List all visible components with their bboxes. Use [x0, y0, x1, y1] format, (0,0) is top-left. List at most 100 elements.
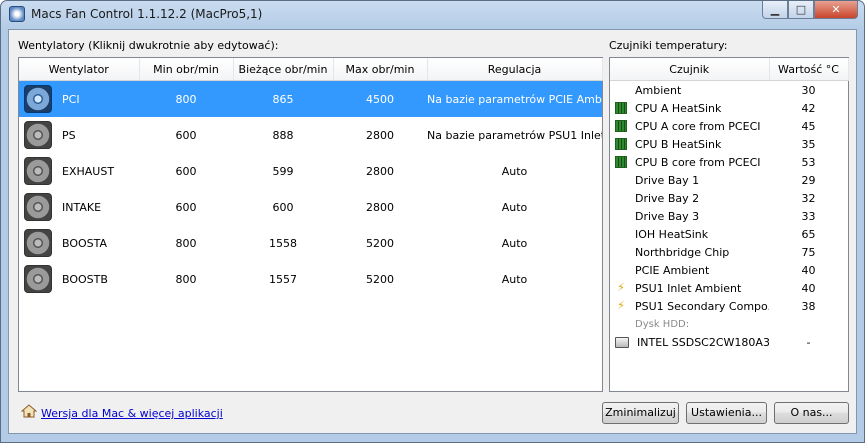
fan-row[interactable]: PS 600 888 2800 Na bazie parametrów PSU1 Inl…	[19, 117, 602, 153]
sensor-row[interactable]: Ambient 30	[610, 81, 848, 100]
fan-name-cell: PCI	[19, 80, 139, 117]
sensor-row[interactable]: CPU B core from PCECI 53	[610, 153, 848, 171]
sensor-name: PSU1 Secondary Compo...	[635, 299, 769, 313]
fan-name-cell: BOOSTA	[19, 225, 139, 261]
sensor-name-cell: Dysk HDD:	[610, 315, 769, 333]
fan-current-cell: 599	[272, 164, 294, 178]
close-icon: ✕	[831, 3, 841, 16]
fan-min-cell: 600	[175, 164, 197, 178]
sensor-value-cell: 45	[801, 119, 816, 133]
sensor-name-cell: CPU A core from PCECI	[610, 117, 769, 135]
sensor-row[interactable]: ⚡ PSU1 Inlet Ambient 40	[610, 279, 848, 297]
fan-control-cell: Auto	[501, 200, 528, 214]
fans-column-header[interactable]: Max obr/min	[333, 58, 428, 81]
sensor-name-cell: IOH HeatSink	[610, 225, 769, 243]
sensor-value-cell: -	[806, 335, 811, 349]
chip-icon	[615, 156, 627, 168]
home-icon	[21, 404, 37, 418]
fan-control-cell: Auto	[501, 164, 528, 178]
fan-icon	[24, 229, 52, 257]
sensor-row[interactable]: IOH HeatSink 65	[610, 225, 848, 243]
fans-column-header[interactable]: Min obr/min	[139, 58, 234, 81]
fans-table-panel: Wentylator Min obr/min Bieżące obr/min Max …	[18, 57, 603, 392]
sensor-name-cell: INTEL SSDSC2CW180A3	[610, 333, 769, 351]
fan-name-cell: INTAKE	[19, 189, 139, 225]
sensor-value-cell: 35	[801, 137, 816, 151]
minimize-icon: ▁	[770, 3, 780, 16]
fan-name: BOOSTA	[62, 236, 108, 250]
sensor-row[interactable]: Drive Bay 2 32	[610, 189, 848, 207]
mac-version-link[interactable]: Wersja dla Mac & więcej aplikacji	[41, 407, 223, 420]
maximize-window-button[interactable]: □	[788, 1, 814, 19]
sensor-value-cell: 42	[801, 101, 816, 115]
sensor-row[interactable]: Northbridge Chip 75	[610, 243, 848, 261]
client-area: Wentylatory (Kliknij dwukrotnie aby edyt…	[8, 29, 857, 434]
fan-name: INTAKE	[62, 200, 102, 214]
maximize-icon: □	[795, 3, 807, 16]
fan-max-cell: 4500	[333, 80, 427, 117]
sensor-row[interactable]: PCIE Ambient 40	[610, 261, 848, 279]
sensor-name: CPU A core from PCECI	[635, 119, 761, 133]
sensor-value-cell: 40	[801, 281, 816, 295]
sensor-row[interactable]: CPU B HeatSink 35	[610, 135, 848, 153]
sensor-name: Dysk HDD:	[635, 318, 690, 330]
settings-button[interactable]: Ustawienia...	[686, 402, 767, 424]
fan-control-cell: Auto	[501, 272, 528, 286]
fans-column-header[interactable]: Bieżące obr/min	[233, 58, 334, 81]
fan-row[interactable]: EXHAUST 600 599 2800 Auto	[19, 153, 602, 189]
sensor-name-cell: Ambient	[610, 81, 769, 100]
window-title: Macs Fan Control 1.1.12.2 (MacPro5,1)	[31, 7, 263, 21]
sensor-value-cell: 30	[801, 83, 816, 97]
sensor-name-cell: ⚡ PSU1 Secondary Compo...	[610, 297, 769, 315]
about-button[interactable]: O nas...	[774, 402, 849, 424]
sensor-name-cell: CPU B HeatSink	[610, 135, 769, 153]
sensor-value-cell: 32	[801, 191, 816, 205]
sensor-value-cell: 33	[801, 209, 816, 223]
sensor-name: CPU A HeatSink	[635, 101, 722, 115]
sensor-name-cell: Drive Bay 3	[610, 207, 769, 225]
fan-row[interactable]: BOOSTA 800 1558 5200 Auto	[19, 225, 602, 261]
fan-row[interactable]: PCI 800 865 4500 Na bazie parametrów PCIE Am…	[19, 80, 602, 117]
fan-current-cell: 865	[233, 80, 333, 117]
fan-min-cell: 800	[175, 272, 197, 286]
hard-drive-icon	[615, 336, 629, 348]
sensor-value-cell: 75	[801, 245, 816, 259]
fan-current-cell: 600	[272, 200, 294, 214]
sensor-name-cell: ⚡ PSU1 Inlet Ambient	[610, 279, 769, 297]
minimize-button[interactable]: Zminimalizuj	[602, 402, 679, 424]
sensor-name: PSU1 Inlet Ambient	[635, 281, 742, 295]
sensor-row[interactable]: CPU A HeatSink 42	[610, 99, 848, 117]
fan-icon	[24, 265, 52, 293]
fan-icon	[24, 121, 52, 149]
fan-min-cell: 800	[175, 236, 197, 250]
sensor-row[interactable]: INTEL SSDSC2CW180A3 -	[610, 333, 848, 351]
fan-name: BOOSTB	[62, 272, 108, 286]
fan-icon	[24, 85, 52, 113]
fan-row[interactable]: BOOSTB 800 1557 5200 Auto	[19, 261, 602, 297]
fan-max-cell: 2800	[366, 128, 394, 142]
temps-column-header[interactable]: Wartość °C	[769, 58, 849, 81]
sensor-value-cell: 40	[801, 263, 816, 277]
sensor-name: Ambient	[635, 83, 682, 97]
sensor-row[interactable]: Drive Bay 1 29	[610, 171, 848, 189]
sensor-name-cell: PCIE Ambient	[610, 261, 769, 279]
close-window-button[interactable]: ✕	[814, 1, 858, 19]
fan-icon	[24, 157, 52, 185]
title-bar[interactable]: Macs Fan Control 1.1.12.2 (MacPro5,1) ▁ …	[1, 1, 864, 29]
fans-label: Wentylatory (Kliknij dwukrotnie aby edyt…	[18, 39, 279, 52]
fan-max-cell: 2800	[366, 164, 394, 178]
minimize-window-button[interactable]: ▁	[762, 1, 788, 19]
sensor-name: Drive Bay 2	[635, 191, 700, 205]
sensor-name-cell: Drive Bay 2	[610, 189, 769, 207]
fan-min-cell: 800	[139, 80, 233, 117]
sensor-name: Drive Bay 3	[635, 209, 700, 223]
app-window: Macs Fan Control 1.1.12.2 (MacPro5,1) ▁ …	[0, 0, 865, 443]
fans-column-header[interactable]: Wentylator	[19, 58, 140, 81]
sensor-row[interactable]: CPU A core from PCECI 45	[610, 117, 848, 135]
fans-column-header[interactable]: Regulacja	[427, 58, 603, 81]
sensor-row[interactable]: Drive Bay 3 33	[610, 207, 848, 225]
temps-column-header[interactable]: Czujnik	[610, 58, 770, 81]
fan-row[interactable]: INTAKE 600 600 2800 Auto	[19, 189, 602, 225]
sensor-row[interactable]: ⚡ PSU1 Secondary Compo... 38	[610, 297, 848, 315]
fan-control-cell: Auto	[501, 236, 528, 250]
